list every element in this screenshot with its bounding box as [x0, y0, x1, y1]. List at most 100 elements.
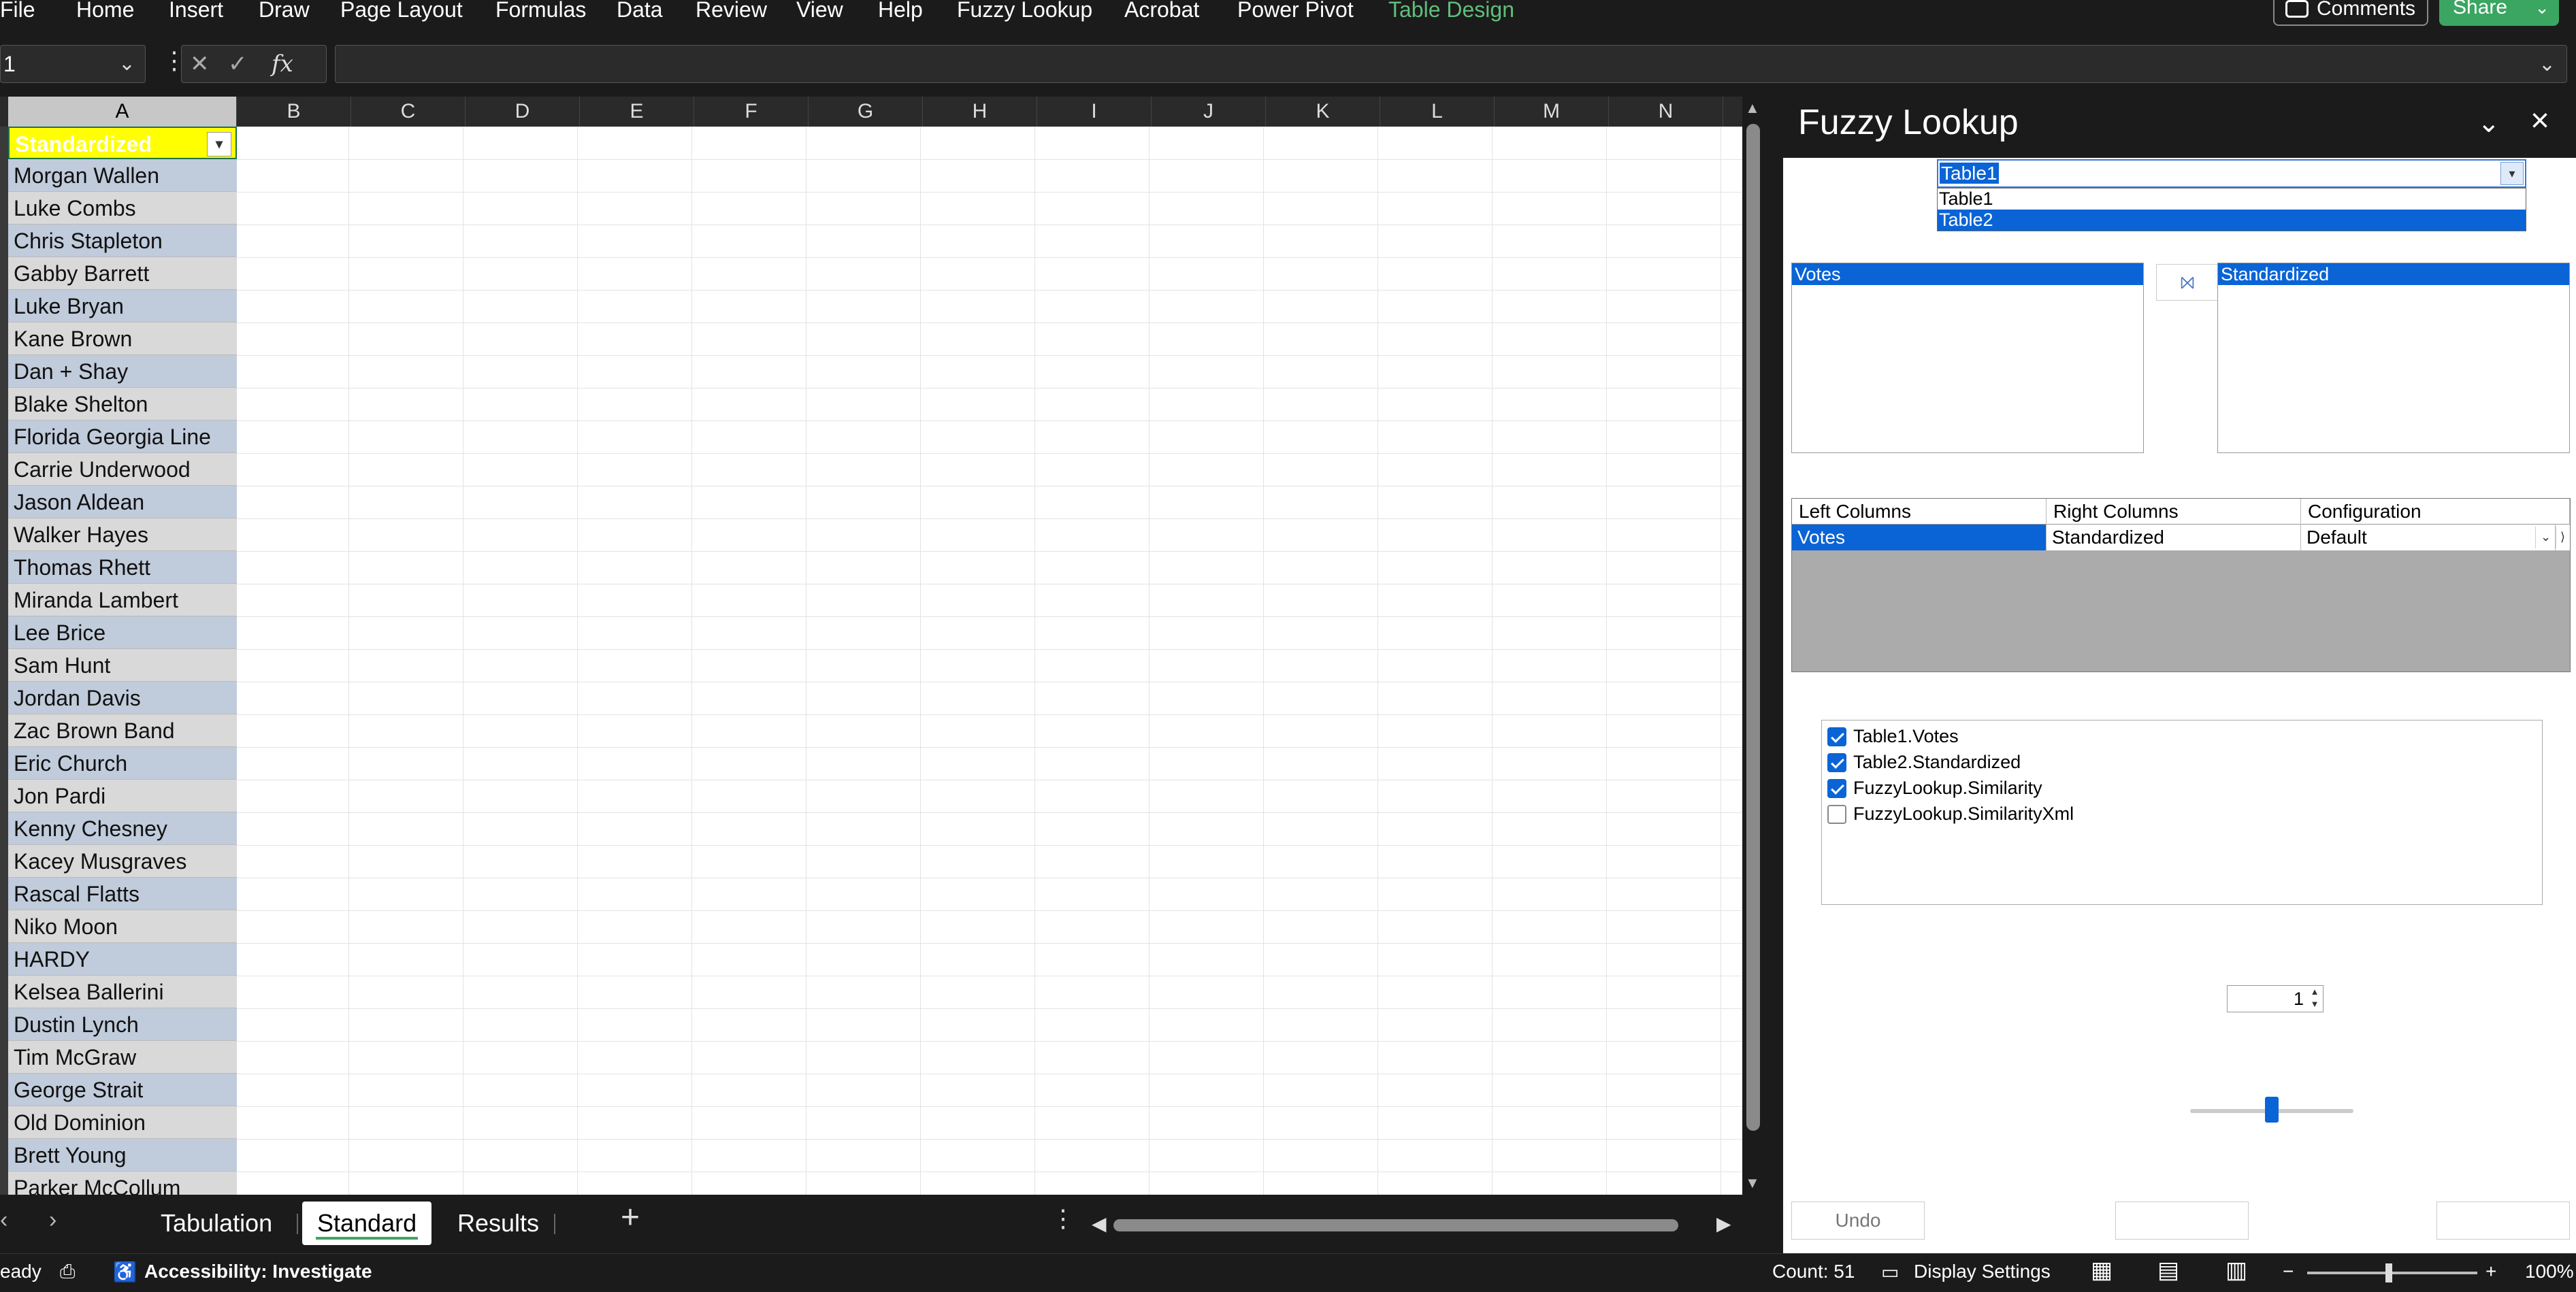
table-cell[interactable]: Brett Young	[8, 1139, 237, 1172]
join-button[interactable]: ⨝	[2156, 264, 2219, 301]
display-settings-icon[interactable]: ▭	[1881, 1261, 1899, 1283]
table-cell[interactable]: George Strait	[8, 1074, 237, 1106]
checkbox[interactable]	[1827, 753, 1846, 772]
menu-home[interactable]: Home	[76, 0, 134, 23]
table-cell[interactable]: Blake Shelton	[8, 388, 237, 420]
table-cell[interactable]: Walker Hayes	[8, 518, 237, 551]
table-select[interactable]: Table1 ▾	[1937, 159, 2526, 188]
table-row[interactable]: Votes Standardized Default ⌄ ⟩	[1792, 525, 2570, 550]
scroll-left-icon[interactable]: ◀	[1092, 1212, 1107, 1235]
list-item[interactable]: Votes	[1792, 263, 2143, 285]
add-sheet-button[interactable]: +	[621, 1199, 640, 1236]
output-column-table1-votes[interactable]: Table1.Votes	[1825, 723, 1959, 749]
table-cell[interactable]: Kacey Musgraves	[8, 845, 237, 878]
column-header-g[interactable]: G	[809, 97, 923, 127]
output-column-similarity-xml[interactable]: FuzzyLookup.SimilarityXml	[1825, 801, 2074, 827]
table-cell[interactable]: Kane Brown	[8, 322, 237, 355]
close-icon[interactable]: ×	[2530, 102, 2549, 139]
list-item[interactable]: Standardized	[2218, 263, 2569, 285]
name-box[interactable]: 1 ⌄	[0, 45, 146, 83]
checkbox[interactable]	[1827, 727, 1846, 746]
menu-table-design[interactable]: Table Design	[1388, 0, 1514, 23]
column-header-c[interactable]: C	[351, 97, 466, 127]
output-column-table2-standardized[interactable]: Table2.Standardized	[1825, 749, 2021, 775]
filter-dropdown-icon[interactable]: ▾	[207, 132, 231, 156]
more-options-icon[interactable]: ⋮	[1051, 1204, 1075, 1233]
table-cell[interactable]: Tim McGraw	[8, 1041, 237, 1074]
column-header-h[interactable]: H	[923, 97, 1037, 127]
scroll-up-icon[interactable]: ▲	[1745, 99, 1760, 117]
sheet-tab-tabulation[interactable]: Tabulation	[146, 1202, 287, 1245]
table-cell[interactable]: Morgan Wallen	[8, 159, 237, 192]
column-header-b[interactable]: B	[237, 97, 351, 127]
previous-sheet-icon[interactable]: ‹	[0, 1207, 7, 1233]
table-cell[interactable]: Thomas Rhett	[8, 551, 237, 584]
page-break-view-icon[interactable]: ▥	[2226, 1257, 2247, 1284]
menu-file[interactable]: File	[0, 0, 35, 23]
table-cell[interactable]: Jason Aldean	[8, 486, 237, 518]
chevron-down-icon[interactable]: ▾	[2500, 162, 2524, 185]
menu-insert[interactable]: Insert	[169, 0, 223, 23]
table-cell[interactable]: Gabby Barrett	[8, 257, 237, 290]
pane-action-button[interactable]	[2115, 1202, 2249, 1240]
mapping-right-cell[interactable]: Standardized	[2047, 525, 2301, 550]
confirm-icon[interactable]: ✓	[228, 46, 248, 82]
table-cell[interactable]: Luke Bryan	[8, 290, 237, 322]
table-cell[interactable]: Luke Combs	[8, 192, 237, 225]
table-cell[interactable]: Florida Georgia Line	[8, 420, 237, 453]
column-header-a[interactable]: A	[8, 97, 237, 127]
table-cell[interactable]: Lee Brice	[8, 616, 237, 649]
menu-view[interactable]: View	[796, 0, 843, 23]
cancel-icon[interactable]: ✕	[190, 46, 210, 82]
table-cell[interactable]: Dustin Lynch	[8, 1008, 237, 1041]
table-option-table1[interactable]: Table1	[1938, 188, 2526, 210]
insert-function-icon[interactable]: fx	[272, 46, 293, 82]
horizontal-scroll-thumb[interactable]	[1113, 1219, 1678, 1231]
pane-action-button-2[interactable]	[2436, 1202, 2570, 1240]
match-count-stepper[interactable]: 1 ▲ ▼	[2227, 985, 2324, 1012]
comments-button[interactable]: Comments	[2273, 0, 2428, 26]
column-header-f[interactable]: F	[694, 97, 809, 127]
page-layout-view-icon[interactable]: ▤	[2157, 1257, 2179, 1284]
scroll-right-icon[interactable]: ▶	[1716, 1212, 1731, 1235]
formula-input[interactable]: ⌄	[335, 45, 2567, 83]
scroll-down-icon[interactable]: ▼	[1745, 1174, 1760, 1192]
column-mapping-grid[interactable]: Left Columns Right Columns Configuration…	[1791, 498, 2571, 672]
expand-formula-icon[interactable]: ⌄	[2539, 52, 2556, 76]
vertical-scroll-thumb[interactable]	[1746, 124, 1760, 1131]
column-header-m[interactable]: M	[1495, 97, 1609, 127]
menu-page-layout[interactable]: Page Layout	[340, 0, 463, 23]
chevron-down-icon[interactable]: ⌄	[2477, 107, 2500, 139]
table-cell[interactable]: Kelsea Ballerini	[8, 976, 237, 1008]
menu-fuzzy-lookup[interactable]: Fuzzy Lookup	[957, 0, 1092, 23]
chevron-down-icon[interactable]: ⌄	[118, 46, 135, 82]
mapping-left-cell[interactable]: Votes	[1792, 525, 2047, 550]
table-cell[interactable]: Jon Pardi	[8, 780, 237, 812]
normal-view-icon[interactable]: ▦	[2091, 1257, 2113, 1284]
output-column-similarity[interactable]: FuzzyLookup.Similarity	[1825, 775, 2042, 801]
accessibility-icon[interactable]: ♿	[113, 1261, 137, 1283]
table-cell[interactable]: Rascal Flatts	[8, 878, 237, 910]
stepper-arrows-icon[interactable]: ▲ ▼	[2308, 986, 2321, 1012]
table-cell[interactable]: Miranda Lambert	[8, 584, 237, 616]
accessibility-status[interactable]: Accessibility: Investigate	[144, 1261, 372, 1282]
table-cell[interactable]: Kenny Chesney	[8, 812, 237, 845]
worksheet-grid[interactable]: A B C D E F G H I J K L M N Standardized…	[0, 97, 1742, 1195]
zoom-slider-thumb[interactable]	[2385, 1263, 2392, 1282]
menu-review[interactable]: Review	[696, 0, 767, 23]
table-cell[interactable]: Dan + Shay	[8, 355, 237, 388]
checkbox[interactable]	[1827, 779, 1846, 798]
checkbox[interactable]	[1827, 805, 1846, 824]
table-cell[interactable]: Carrie Underwood	[8, 453, 237, 486]
menu-draw[interactable]: Draw	[259, 0, 310, 23]
menu-help[interactable]: Help	[878, 0, 923, 23]
cell-area[interactable]: Standardized ▾ Morgan Wallen Luke Combs Ch…	[0, 127, 1742, 1195]
table-cell[interactable]: Eric Church	[8, 747, 237, 780]
horizontal-scrollbar[interactable]: ◀ ▶	[1092, 1211, 1735, 1238]
zoom-slider[interactable]	[2307, 1272, 2477, 1274]
menu-power-pivot[interactable]: Power Pivot	[1237, 0, 1354, 23]
right-columns-list[interactable]: Standardized	[2217, 263, 2570, 453]
table-cell[interactable]: Parker McCollum	[8, 1172, 237, 1195]
table-cell[interactable]: Jordan Davis	[8, 682, 237, 714]
column-header-n[interactable]: N	[1609, 97, 1723, 127]
